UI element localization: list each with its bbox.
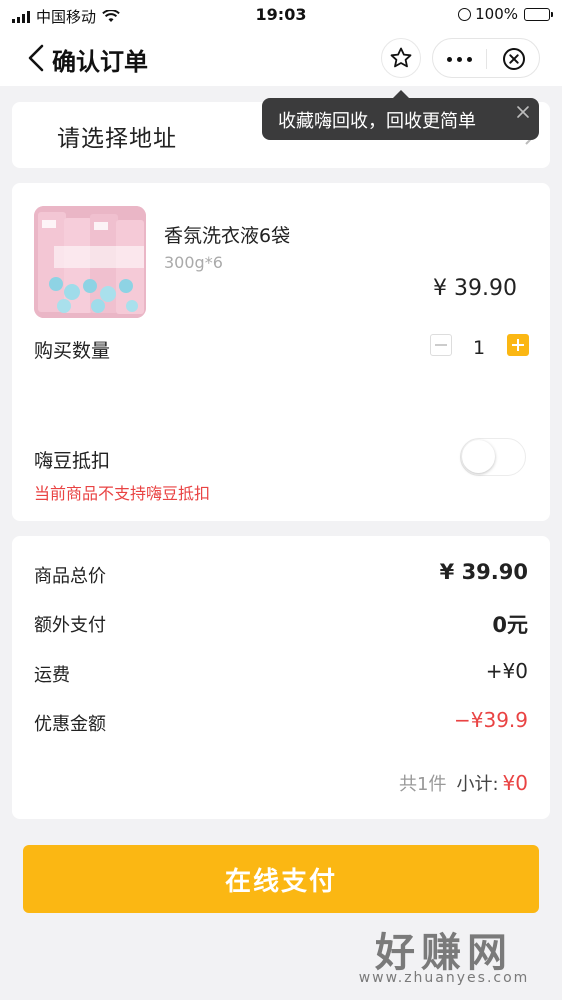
more-dots-icon [447, 56, 472, 62]
quantity-increase-button[interactable] [507, 334, 529, 356]
summary-row-discount: 优惠金额 −¥39.9 [34, 708, 528, 738]
product-spec: 300g*6 [164, 253, 223, 272]
haidou-unsupported-note: 当前商品不支持嗨豆抵扣 [34, 484, 211, 503]
rotation-lock-icon [458, 7, 472, 21]
summary-label: 商品总价 [34, 566, 106, 587]
back-chevron-icon [28, 44, 44, 72]
star-icon [390, 47, 412, 68]
price-summary-card: 商品总价 ¥ 39.90 额外支付 0元 运费 +¥0 优惠金额 −¥39.9 … [12, 536, 550, 819]
product-price: ¥ 39.90 [433, 276, 517, 301]
summary-value: 0元 [492, 613, 528, 637]
more-button[interactable] [433, 39, 486, 79]
page-title: 确认订单 [52, 48, 148, 76]
product-name: 香氛洗衣液6袋 [164, 225, 291, 247]
summary-value: +¥0 [485, 659, 528, 683]
tooltip-text: 收藏嗨回收，回收更简单 [278, 111, 476, 132]
summary-value: −¥39.9 [453, 708, 528, 732]
product-card: 香氛洗衣液6袋 300g*6 ¥ 39.90 购买数量 1 嗨豆抵扣 当前商品不… [12, 183, 550, 521]
back-button[interactable] [22, 40, 52, 76]
summary-value: ¥ 39.90 [439, 560, 528, 584]
haidou-deduct-label: 嗨豆抵扣 [34, 450, 111, 472]
close-icon [517, 106, 529, 118]
status-right: 100% [458, 5, 553, 23]
detergent-pack-illustration [34, 206, 146, 318]
close-button[interactable] [487, 39, 540, 79]
quantity-decrease-button[interactable] [430, 334, 452, 356]
quantity-value[interactable]: 1 [467, 337, 491, 359]
summary-label: 运费 [34, 665, 70, 686]
summary-label: 额外支付 [34, 615, 106, 636]
pay-online-button[interactable]: 在线支付 [23, 845, 539, 913]
subtotal-label: 小计: [456, 774, 499, 795]
nav-bar: 确认订单 [0, 30, 562, 86]
subtotal: 共1件 小计: ¥0 [399, 770, 528, 796]
summary-row-extra: 额外支付 0元 [34, 609, 528, 639]
favorite-button[interactable] [381, 38, 421, 78]
summary-row-total: 商品总价 ¥ 39.90 [34, 560, 528, 590]
summary-row-shipping: 运费 +¥0 [34, 659, 528, 689]
toggle-knob [462, 440, 495, 473]
item-count: 共1件 [399, 774, 447, 795]
status-bar: 中国移动 19:03 100% [0, 0, 562, 30]
close-circle-icon [502, 48, 525, 70]
battery-percent: 100% [475, 5, 518, 23]
watermark-url: www.zhuanyes.com [358, 970, 530, 986]
tooltip-close-button[interactable] [515, 104, 531, 125]
product-image[interactable] [34, 206, 146, 318]
subtotal-amount: ¥0 [502, 771, 528, 795]
battery-icon [524, 7, 553, 21]
favorite-tooltip: 收藏嗨回收，回收更简单 [262, 98, 539, 140]
address-placeholder: 请选择地址 [57, 126, 177, 152]
summary-label: 优惠金额 [34, 714, 106, 735]
minus-icon [435, 344, 447, 346]
quantity-label: 购买数量 [34, 340, 111, 362]
watermark: 好赚网 www.zhuanyes.com [344, 920, 544, 990]
mini-program-capsule [432, 38, 540, 78]
haidou-toggle[interactable] [460, 438, 526, 476]
